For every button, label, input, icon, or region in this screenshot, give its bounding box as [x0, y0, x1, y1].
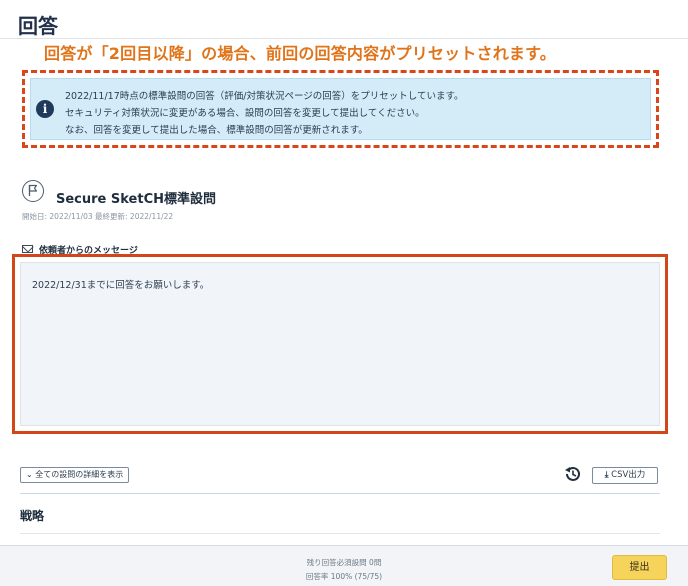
info-icon: i	[36, 100, 54, 118]
section-heading: 戦略	[20, 509, 45, 523]
chevron-down-icon: ⌄	[26, 470, 33, 479]
show-all-details-button[interactable]: ⌄ 全ての設問の詳細を表示	[20, 467, 130, 483]
footer-bar: 残り回答必須設問 0問 回答率 100% (75/75)	[0, 545, 688, 586]
page-title: 回答	[18, 14, 58, 38]
notice-line-1: 2022/11/17時点の標準設問の回答（評価/対策状況ページの回答）をプリセッ…	[65, 91, 464, 102]
submit-button[interactable]: 提出	[612, 555, 667, 580]
title-divider	[0, 38, 688, 39]
questionnaire-title: Secure SketCH標準設問	[56, 192, 217, 207]
remaining-required-count: 残り回答必須設問 0問	[306, 558, 382, 567]
questionnaire-dates: 開始日: 2022/11/03 最終更新: 2022/11/22	[22, 212, 174, 221]
history-icon[interactable]	[563, 464, 583, 484]
requester-message-text: 2022/12/31までに回答をお願いします。	[32, 280, 210, 291]
show-all-details-label: 全ての設問の詳細を表示	[35, 470, 124, 479]
answer-rate: 回答率 100% (75/75)	[305, 572, 383, 581]
download-icon: ⤓	[604, 470, 609, 480]
mail-icon	[22, 245, 33, 253]
flag-icon	[22, 180, 44, 202]
notice-line-2: セキュリティ対策状況に変更がある場合、設問の回答を変更して提出してください。	[65, 108, 425, 119]
preset-annotation: 回答が「2回目以降」の場合、前回の回答内容がプリセットされます。	[44, 44, 556, 63]
notice-line-3: なお、回答を変更して提出した場合、標準設問の回答が更新されます。	[65, 125, 368, 136]
section-divider-bottom	[20, 533, 660, 534]
section-divider	[20, 493, 660, 494]
csv-export-button[interactable]: ⤓ CSV出力	[592, 467, 658, 484]
csv-export-label: CSV出力	[611, 470, 646, 480]
